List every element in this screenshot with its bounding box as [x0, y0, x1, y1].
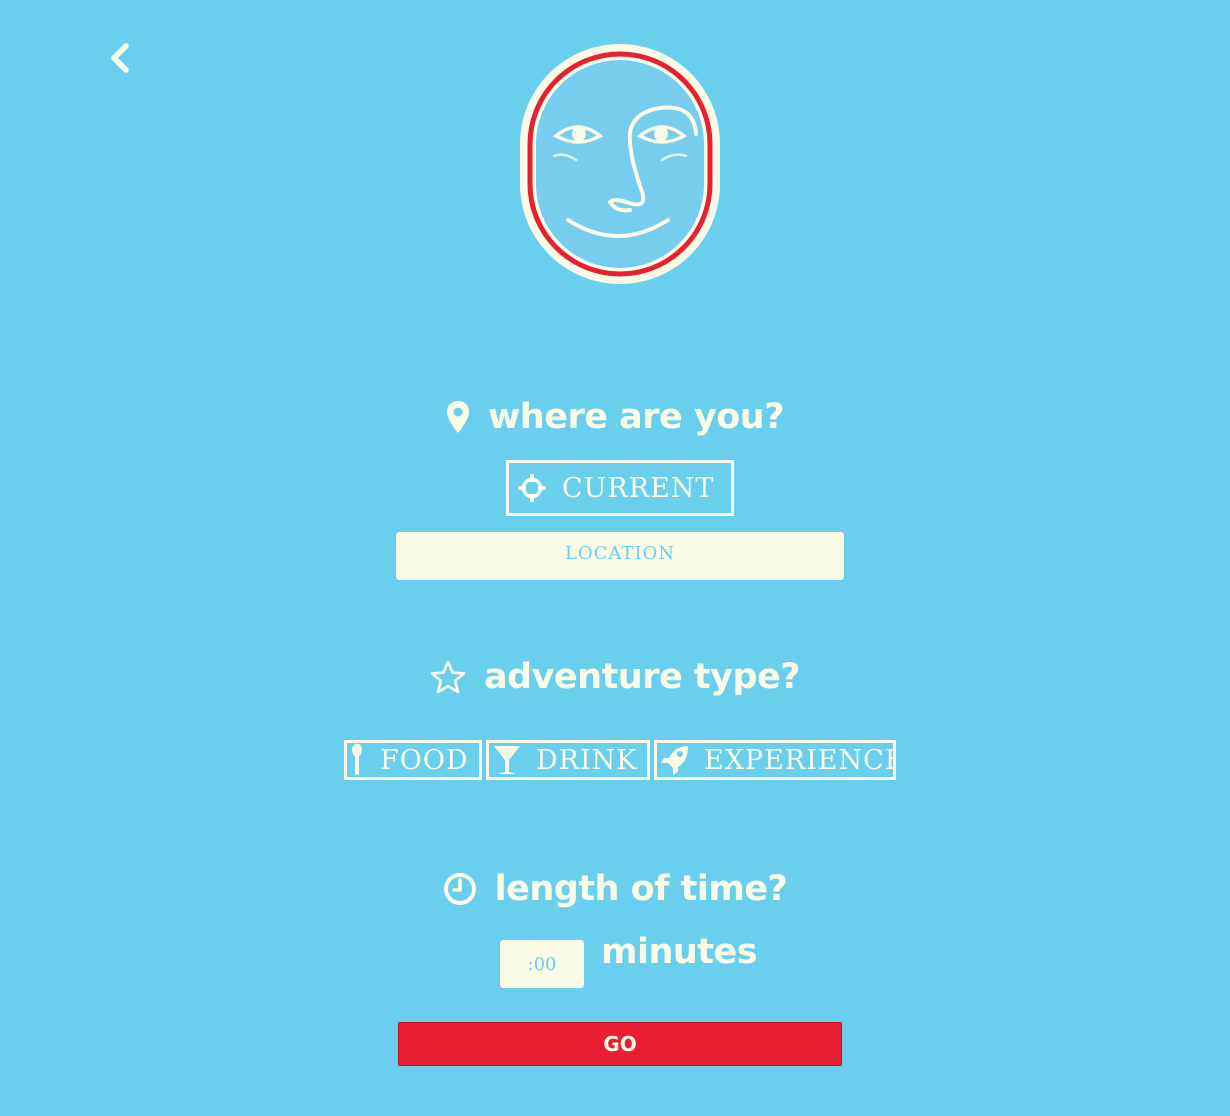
adventure-heading-text: adventure type? — [483, 657, 801, 697]
back-button[interactable] — [104, 40, 136, 76]
type-drink-label: DRINK — [536, 744, 638, 776]
current-location-button[interactable]: CURRENT — [506, 460, 734, 516]
type-food-button[interactable]: FOOD — [344, 740, 482, 780]
minutes-input[interactable] — [500, 940, 584, 988]
where-heading: where are you? — [0, 394, 1230, 440]
adventure-type-group: FOOD DRINK EXPERIENCE — [344, 740, 896, 780]
crosshair-icon — [518, 474, 546, 502]
adventure-heading: adventure type? — [0, 654, 1230, 700]
length-heading-text: length of time? — [494, 869, 788, 909]
spoon-icon — [350, 743, 364, 777]
where-heading-text: where are you? — [487, 397, 785, 437]
rocket-icon — [660, 744, 690, 776]
app-logo — [518, 42, 722, 286]
smiling-face-logo — [520, 44, 720, 284]
length-heading: length of time? — [0, 866, 1230, 912]
map-marker-icon — [446, 400, 470, 434]
type-food-label: FOOD — [380, 744, 469, 776]
type-experience-label: EXPERIENCE — [704, 744, 896, 776]
current-button-label: CURRENT — [562, 472, 715, 504]
location-input[interactable] — [396, 532, 844, 580]
type-drink-button[interactable]: DRINK — [486, 740, 650, 780]
go-button[interactable]: GO — [398, 1022, 842, 1066]
clock-icon — [443, 872, 477, 906]
minutes-label: minutes — [601, 932, 758, 972]
star-outline-icon — [430, 660, 466, 694]
type-experience-button[interactable]: EXPERIENCE — [654, 740, 896, 780]
cocktail-icon — [492, 744, 522, 776]
chevron-left-icon — [111, 43, 129, 73]
